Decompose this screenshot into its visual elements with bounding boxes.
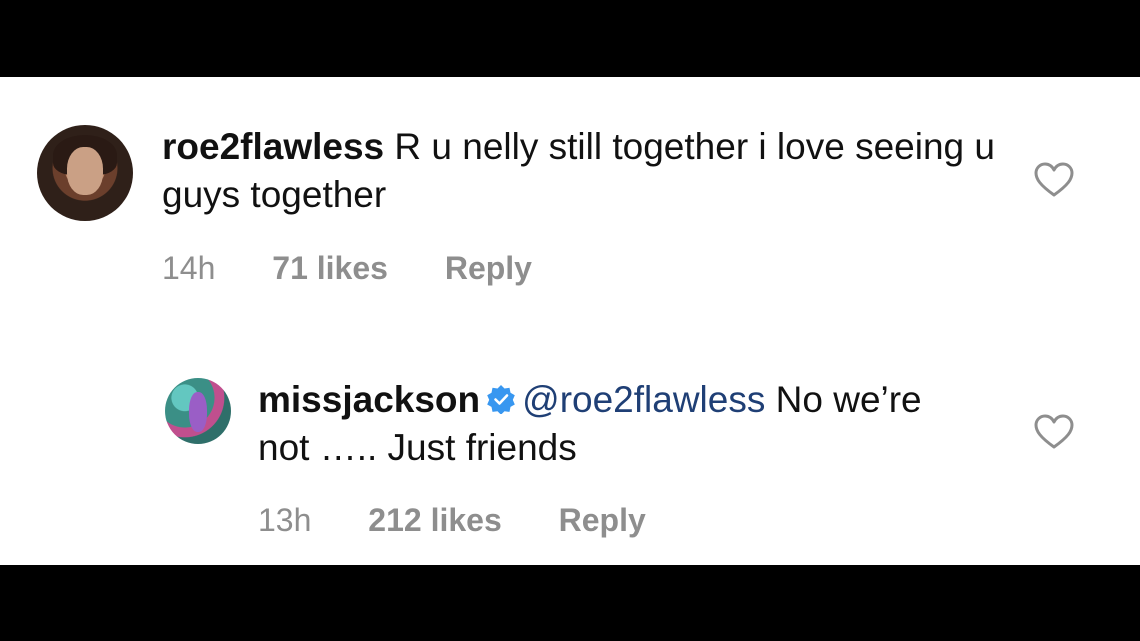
comment-meta: 13h 212 likes Reply xyxy=(258,500,694,540)
reply-button[interactable]: Reply xyxy=(559,502,646,538)
comment-time: 13h xyxy=(258,502,312,538)
comment-likes[interactable]: 212 likes xyxy=(368,502,501,538)
verified-badge-icon xyxy=(487,385,515,414)
avatar[interactable] xyxy=(165,378,231,444)
comment-username[interactable]: missjackson xyxy=(258,379,480,420)
comment-username[interactable]: roe2flawless xyxy=(162,126,384,167)
heart-icon[interactable] xyxy=(1034,162,1074,198)
comment-mention[interactable]: @roe2flawless xyxy=(522,379,765,420)
heart-icon[interactable] xyxy=(1034,414,1074,450)
comment-time: 14h xyxy=(162,250,216,286)
comment-likes[interactable]: 71 likes xyxy=(272,250,388,286)
reply-button[interactable]: Reply xyxy=(445,250,532,286)
top-black-bar xyxy=(0,0,1140,77)
avatar-figure xyxy=(189,392,207,432)
avatar[interactable] xyxy=(37,125,133,221)
comment-meta: 14h 71 likes Reply xyxy=(162,248,580,288)
avatar-face xyxy=(67,147,103,195)
comment-body: roe2flawless R u nelly still together i … xyxy=(162,123,1002,219)
comment-body: missjackson @roe2flawless No we’re not …… xyxy=(258,376,978,472)
bottom-black-bar xyxy=(0,565,1140,641)
